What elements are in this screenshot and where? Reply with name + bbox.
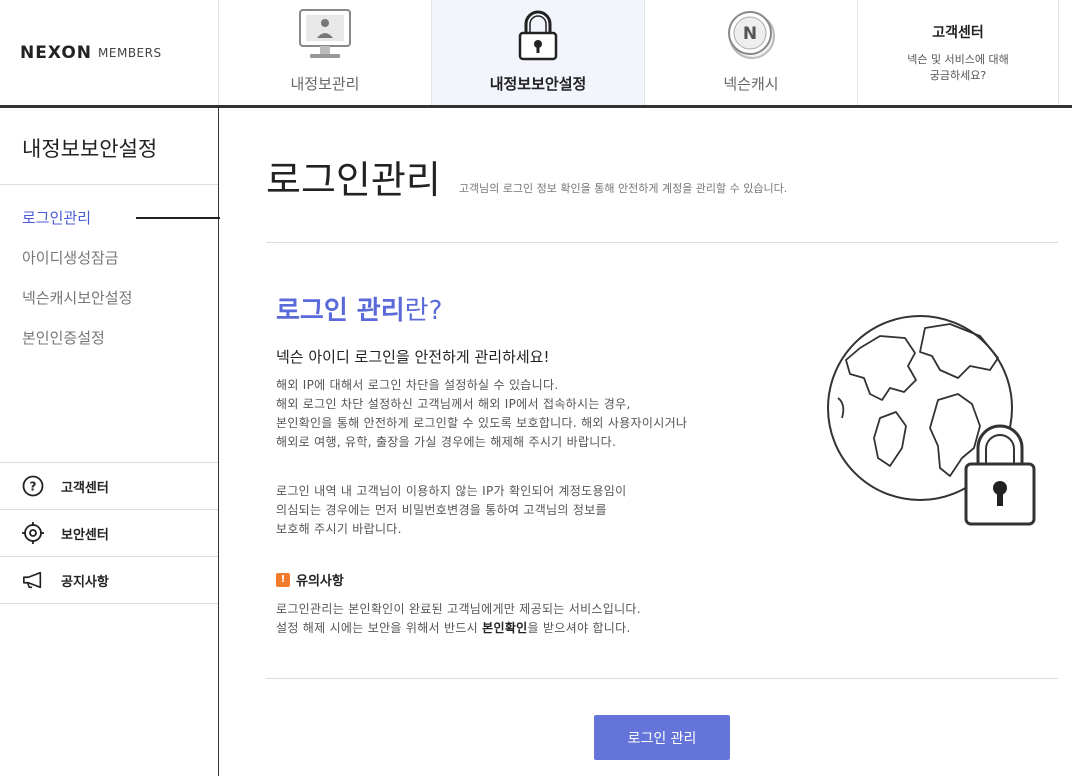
notice-text-pre: 설정 해제 시에는 보안을 위해서 반드시 <box>276 621 483 635</box>
sidebar-link-security-center[interactable]: 보안센터 <box>0 510 218 557</box>
tab-security-settings[interactable]: 내정보보안설정 <box>432 0 645 105</box>
tab-label: 넥슨캐시 <box>723 75 779 93</box>
sidebar-link-label: 고객센터 <box>61 480 109 496</box>
paragraph-line: 해외 로그인 차단 설정하신 고객님께서 해외 IP에서 접속하시는 경우, <box>276 397 631 411</box>
top-navigation: NEXON MEMBERS 내정보관리 내정보보안설정 N 넥슨캐시 고객센터 … <box>0 0 1072 108</box>
tab-label: 내정보관리 <box>290 75 360 93</box>
monitor-user-icon <box>295 4 355 64</box>
page-title: 로그인관리 <box>266 158 441 202</box>
main-content: 로그인관리 고객님의 로그인 정보 확인을 통해 안전하게 계정을 관리할 수 … <box>220 108 1072 776</box>
paragraph-line: 본인확인을 통해 안전하게 로그인할 수 있도록 보호합니다. 해외 사용자이시… <box>276 416 688 430</box>
login-management-button[interactable]: 로그인 관리 <box>594 715 730 760</box>
sidebar-links: ? 고객센터 보안센터 공지사항 <box>0 463 218 604</box>
section-title: 로그인 관리란? <box>276 290 442 327</box>
paragraph-line: 보호해 주시기 바랍니다. <box>276 522 402 536</box>
divider <box>266 242 1058 243</box>
sidebar-item-label: 본인인증설정 <box>22 329 105 347</box>
paragraph-line: 해외로 여행, 유학, 출장을 가실 경우에는 해제해 주시기 바랍니다. <box>276 435 617 449</box>
paragraph-line: 해외 IP에 대해서 로그인 차단을 설정하실 수 있습니다. <box>276 378 559 392</box>
section-title-suffix: 란? <box>404 296 443 326</box>
sidebar: 내정보보안설정 로그인관리 아이디생성잠금 넥슨캐시보안설정 본인인증설정 ? … <box>0 108 220 776</box>
page-header: 로그인관리 고객님의 로그인 정보 확인을 통해 안전하게 계정을 관리할 수 … <box>266 158 787 202</box>
sidebar-item-identity-verification[interactable]: 본인인증설정 <box>0 327 218 367</box>
notice-line-2: 설정 해제 시에는 보안을 위해서 반드시 본인확인을 받으셔야 합니다. <box>276 619 641 638</box>
nexon-members-logo[interactable]: NEXON MEMBERS <box>0 0 219 105</box>
help-desc-line1: 넥슨 및 서비스에 대해 <box>907 53 1009 66</box>
section-subtitle: 넥슨 아이디 로그인을 안전하게 관리하세요! <box>276 348 550 366</box>
sidebar-link-customer-center[interactable]: ? 고객센터 <box>0 463 218 510</box>
notice-line-1: 로그인관리는 본인확인이 완료된 고객님에게만 제공되는 서비스입니다. <box>276 602 641 616</box>
sidebar-item-login-management[interactable]: 로그인관리 <box>0 207 220 247</box>
help-desc-line2: 궁금하세요? <box>929 69 987 82</box>
description-paragraph-2: 로그인 내역 내 고객님이 이용하지 않는 IP가 확인되어 계정도용임이 의심… <box>276 482 626 539</box>
sidebar-link-label: 보안센터 <box>61 527 109 543</box>
sidebar-link-label: 공지사항 <box>61 574 109 590</box>
megaphone-icon <box>22 569 44 591</box>
sidebar-link-notices[interactable]: 공지사항 <box>0 557 218 604</box>
logo-main-text: NEXON <box>20 42 93 63</box>
svg-text:N: N <box>743 24 757 44</box>
page-description: 고객님의 로그인 정보 확인을 통해 안전하게 계정을 관리할 수 있습니다. <box>458 182 788 195</box>
help-desc: 넥슨 및 서비스에 대해 궁금하세요? <box>858 52 1058 84</box>
description-paragraph-1: 해외 IP에 대해서 로그인 차단을 설정하실 수 있습니다. 해외 로그인 차… <box>276 376 687 452</box>
notice-text: 로그인관리는 본인확인이 완료된 고객님에게만 제공되는 서비스입니다. 설정 … <box>276 600 641 638</box>
tab-label: 내정보보안설정 <box>489 75 587 93</box>
paragraph-line: 로그인 내역 내 고객님이 이용하지 않는 IP가 확인되어 계정도용임이 <box>276 484 627 498</box>
sidebar-item-cash-security[interactable]: 넥슨캐시보안설정 <box>0 287 218 327</box>
tab-my-info[interactable]: 내정보관리 <box>219 0 432 105</box>
sidebar-menu: 로그인관리 아이디생성잠금 넥슨캐시보안설정 본인인증설정 <box>0 185 220 463</box>
help-title: 고객센터 <box>932 25 984 41</box>
sidebar-title: 내정보보안설정 <box>0 108 218 185</box>
warning-icon: ! <box>276 572 290 587</box>
sidebar-item-id-creation-lock[interactable]: 아이디생성잠금 <box>0 247 218 287</box>
notice-text-post: 을 받으셔야 합니다. <box>527 621 631 635</box>
active-marker <box>136 217 220 219</box>
sidebar-item-label: 넥슨캐시보안설정 <box>22 289 133 307</box>
nexon-coin-icon: N <box>721 4 781 64</box>
sidebar-item-label: 아이디생성잠금 <box>22 249 119 267</box>
padlock-icon <box>508 4 568 64</box>
notice-title: 유의사항 <box>296 574 344 589</box>
notice-text-bold: 본인확인 <box>482 621 528 635</box>
sidebar-item-label: 로그인관리 <box>22 209 92 227</box>
question-circle-icon: ? <box>22 475 44 497</box>
divider <box>266 678 1058 679</box>
logo-sub-text: MEMBERS <box>98 45 162 60</box>
section-title-main: 로그인 관리 <box>276 296 405 326</box>
tab-nexon-cash[interactable]: N 넥슨캐시 <box>645 0 858 105</box>
svg-text:?: ? <box>30 480 37 494</box>
target-icon <box>22 522 44 544</box>
customer-center-tab[interactable]: 고객센터 넥슨 및 서비스에 대해 궁금하세요? <box>858 0 1059 105</box>
globe-lock-icon <box>820 308 1060 548</box>
notice-heading: ! 유의사항 <box>276 570 344 589</box>
paragraph-line: 의심되는 경우에는 먼저 비밀번호변경을 통하여 고객님의 정보를 <box>276 503 607 517</box>
